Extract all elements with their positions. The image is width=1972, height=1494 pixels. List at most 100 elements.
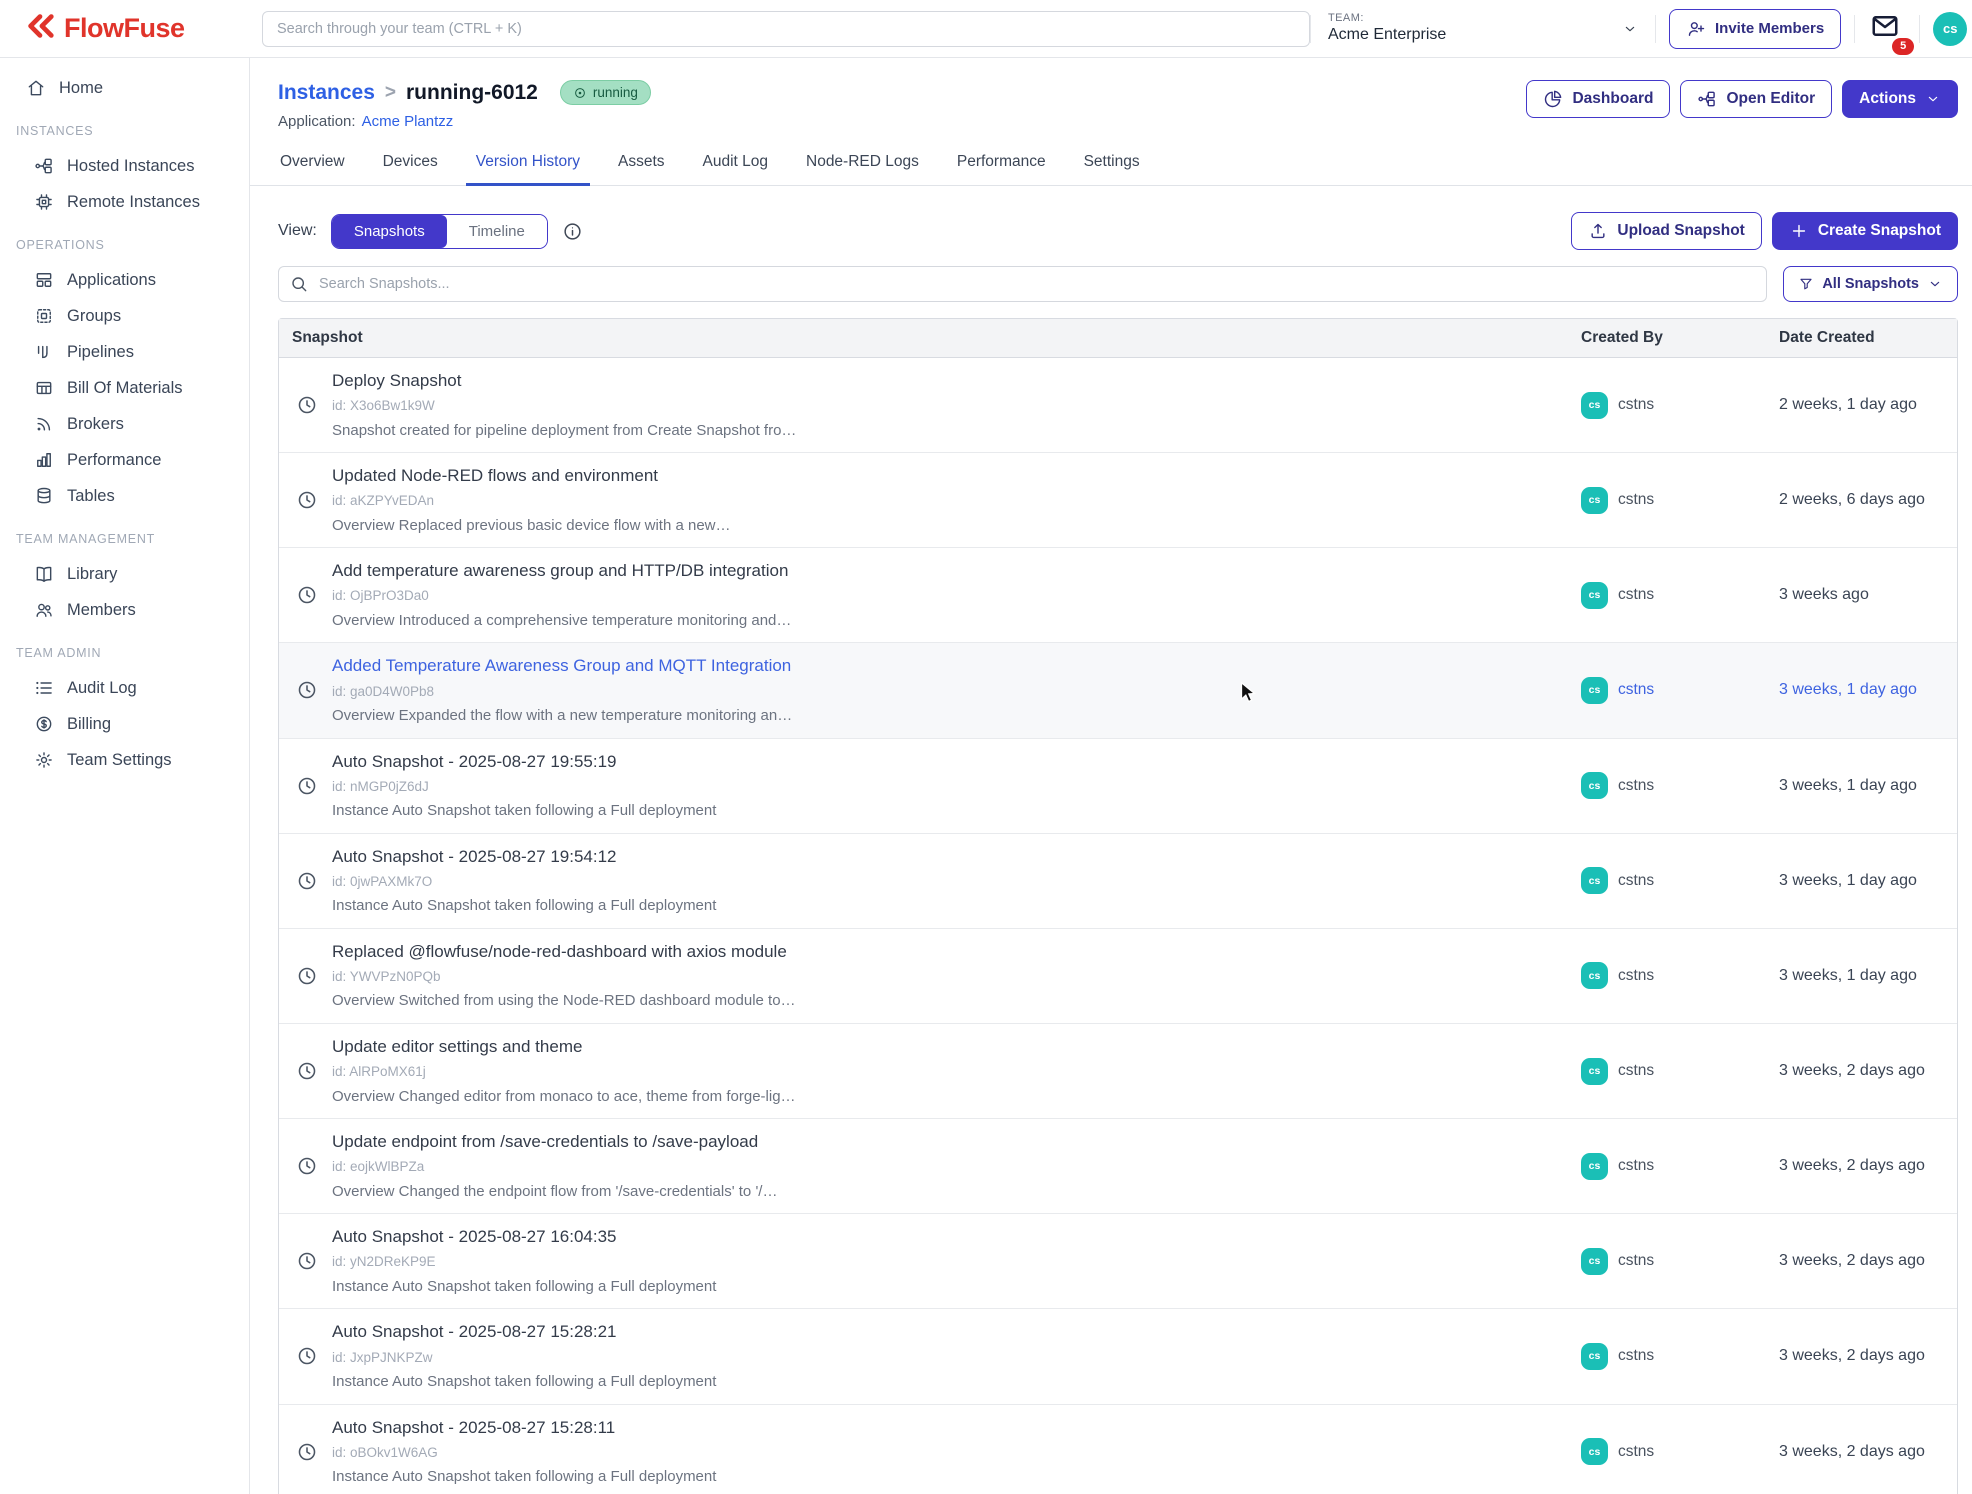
page-header: Instances > running-6012 running Applica… [250, 58, 1972, 130]
sidebar-item-brokers[interactable]: Brokers [0, 406, 249, 442]
team-settings-icon [34, 750, 54, 770]
snapshot-row[interactable]: Auto Snapshot - 2025-08-27 19:55:19 id: … [279, 739, 1957, 834]
snapshot-id: id: ga0D4W0Pb8 [332, 683, 792, 701]
sidebar-item-label: Billing [67, 715, 111, 734]
snapshot-search-input[interactable] [278, 266, 1767, 302]
view-option-snapshots[interactable]: Snapshots [332, 215, 447, 248]
tab-settings[interactable]: Settings [1074, 142, 1150, 186]
library-icon [34, 564, 54, 584]
filter-icon [1798, 276, 1814, 292]
sidebar-item-team-settings[interactable]: Team Settings [0, 742, 249, 778]
created-by-cell: cs cstns [1581, 962, 1779, 989]
plus-icon [1789, 221, 1809, 241]
snapshot-title: Added Temperature Awareness Group and MQ… [332, 655, 792, 677]
invite-members-button[interactable]: Invite Members [1669, 9, 1841, 49]
tab-devices[interactable]: Devices [373, 142, 448, 186]
sidebar-item-performance[interactable]: Performance [0, 442, 249, 478]
actions-button[interactable]: Actions [1842, 80, 1958, 118]
flowfuse-logo[interactable]: FlowFuse [24, 13, 250, 44]
snapshot-row[interactable]: Update editor settings and theme id: AlR… [279, 1024, 1957, 1119]
date-created: 2 weeks, 6 days ago [1779, 491, 1925, 508]
sidebar-item-groups[interactable]: Groups [0, 298, 249, 334]
snapshot-row[interactable]: Add temperature awareness group and HTTP… [279, 548, 1957, 643]
clock-icon [296, 1155, 318, 1177]
sidebar-item-bill-of-materials[interactable]: Bill Of Materials [0, 370, 249, 406]
tab-overview[interactable]: Overview [270, 142, 355, 186]
view-option-timeline[interactable]: Timeline [447, 215, 547, 248]
breadcrumb: Instances > running-6012 running [278, 80, 651, 105]
sidebar-item-billing[interactable]: Billing [0, 706, 249, 742]
sidebar-item-label: Members [67, 601, 136, 620]
sidebar-item-audit-log[interactable]: Audit Log [0, 670, 249, 706]
creator-name: cstns [1618, 967, 1654, 985]
date-created-cell: 3 weeks, 2 days ago [1779, 1157, 1957, 1175]
sidebar-item-label: Brokers [67, 415, 124, 434]
snapshot-row[interactable]: Update endpoint from /save-credentials t… [279, 1119, 1957, 1214]
tab-version-history[interactable]: Version History [466, 142, 590, 186]
breadcrumb-separator: > [385, 82, 396, 104]
date-created: 3 weeks, 2 days ago [1779, 1443, 1925, 1460]
creator-name: cstns [1618, 1157, 1654, 1175]
creator-avatar: cs [1581, 1153, 1608, 1180]
sidebar-item-applications[interactable]: Applications [0, 262, 249, 298]
snapshot-title: Deploy Snapshot [332, 370, 796, 392]
snapshot-description: Instance Auto Snapshot taken following a… [332, 801, 716, 821]
sidebar-item-tables[interactable]: Tables [0, 478, 249, 514]
view-label: View: [278, 222, 317, 240]
snapshot-row[interactable]: Deploy Snapshot id: X3o6Bw1k9W Snapshot … [279, 358, 1957, 453]
creator-name: cstns [1618, 777, 1654, 795]
open-editor-button[interactable]: Open Editor [1680, 80, 1832, 118]
info-icon[interactable] [562, 221, 583, 242]
create-snapshot-button[interactable]: Create Snapshot [1772, 212, 1958, 250]
breadcrumb-instances-link[interactable]: Instances [278, 81, 375, 105]
topbar: FlowFuse TEAM: Acme Enterprise Invite Me… [0, 0, 1972, 58]
creator-name: cstns [1618, 586, 1654, 604]
upload-snapshot-button[interactable]: Upload Snapshot [1571, 212, 1761, 250]
dashboard-button[interactable]: Dashboard [1526, 80, 1670, 118]
tab-assets[interactable]: Assets [608, 142, 675, 186]
divider [1919, 15, 1920, 43]
sidebar-item-hosted-instances[interactable]: Hosted Instances [0, 148, 249, 184]
sidebar-item-pipelines[interactable]: Pipelines [0, 334, 249, 370]
tab-performance[interactable]: Performance [947, 142, 1056, 186]
global-search-input[interactable] [262, 11, 1310, 47]
created-by-cell: cs cstns [1581, 1438, 1779, 1465]
sidebar-section-label: TEAM MANAGEMENT [0, 532, 249, 546]
snapshot-row[interactable]: Auto Snapshot - 2025-08-27 16:04:35 id: … [279, 1214, 1957, 1309]
sidebar-item-library[interactable]: Library [0, 556, 249, 592]
snapshot-row[interactable]: Added Temperature Awareness Group and MQ… [279, 643, 1957, 738]
snapshot-title: Auto Snapshot - 2025-08-27 19:54:12 [332, 846, 716, 868]
tab-node-red-logs[interactable]: Node-RED Logs [796, 142, 929, 186]
sidebar-item-remote-instances[interactable]: Remote Instances [0, 184, 249, 220]
application-line: Application: Acme Plantzz [278, 113, 651, 130]
sidebar-item-home[interactable]: Home [0, 70, 249, 106]
sidebar-item-label: Team Settings [67, 751, 172, 770]
snapshot-id: id: yN2DReKP9E [332, 1253, 716, 1271]
date-created: 3 weeks, 2 days ago [1779, 1062, 1925, 1079]
tab-audit-log[interactable]: Audit Log [693, 142, 779, 186]
applications-icon [34, 270, 54, 290]
snapshot-row[interactable]: Replaced @flowfuse/node-red-dashboard wi… [279, 929, 1957, 1024]
audit-log-icon [34, 678, 54, 698]
snapshot-row[interactable]: Auto Snapshot - 2025-08-27 15:28:21 id: … [279, 1309, 1957, 1404]
notifications-button[interactable]: 5 [1868, 9, 1906, 48]
groups-icon [34, 306, 54, 326]
table-header: Snapshot Created By Date Created [279, 319, 1957, 358]
snapshot-filter-dropdown[interactable]: All Snapshots [1783, 266, 1958, 302]
sidebar-item-members[interactable]: Members [0, 592, 249, 628]
column-header-date-created: Date Created [1779, 329, 1957, 347]
clock-icon [296, 584, 318, 606]
team-selector[interactable]: TEAM: Acme Enterprise [1324, 10, 1642, 48]
snapshot-id: id: 0jwPAXMk7O [332, 873, 716, 891]
chevron-down-icon [1927, 276, 1943, 292]
date-created: 3 weeks ago [1779, 586, 1869, 603]
snapshot-row[interactable]: Auto Snapshot - 2025-08-27 19:54:12 id: … [279, 834, 1957, 929]
snapshot-row[interactable]: Updated Node-RED flows and environment i… [279, 453, 1957, 548]
dashboard-icon [1543, 89, 1563, 109]
application-link[interactable]: Acme Plantzz [362, 113, 454, 130]
snapshot-description: Overview Changed editor from monaco to a… [332, 1087, 796, 1107]
date-created-cell: 3 weeks, 2 days ago [1779, 1347, 1957, 1365]
snapshot-row[interactable]: Auto Snapshot - 2025-08-27 15:28:11 id: … [279, 1405, 1957, 1494]
snapshot-title: Auto Snapshot - 2025-08-27 15:28:11 [332, 1417, 716, 1439]
user-avatar[interactable]: cs [1933, 12, 1967, 46]
